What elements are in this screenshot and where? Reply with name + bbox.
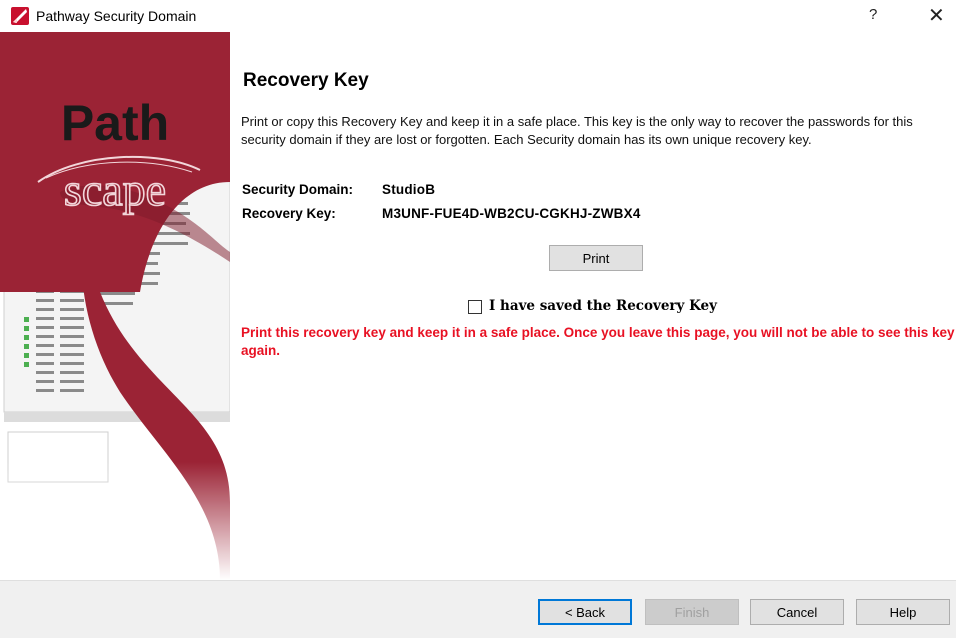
recovery-key-label: Recovery Key: — [242, 206, 336, 221]
app-icon — [11, 7, 29, 25]
logo-path-text: Path — [61, 95, 169, 151]
banner-artwork: Path scape — [0, 32, 230, 580]
warning-text: Print this recovery key and keep it in a… — [241, 325, 955, 358]
finish-button[interactable]: Finish — [645, 599, 739, 625]
security-domain-value: StudioB — [382, 182, 436, 197]
help-icon[interactable]: ? — [869, 6, 877, 23]
title-bar: Pathway Security Domain ? ✕ — [0, 0, 956, 32]
security-domain-label: Security Domain: — [242, 182, 354, 197]
recovery-key-value: M3UNF-FUE4D-WB2CU-CGKHJ-ZWBX4 — [382, 206, 641, 221]
logo-scape-text: scape — [64, 164, 166, 215]
saved-key-checkbox[interactable] — [468, 300, 482, 314]
print-button[interactable]: Print — [549, 245, 643, 271]
cancel-button[interactable]: Cancel — [750, 599, 844, 625]
page-title: Recovery Key — [243, 70, 369, 91]
wizard-footer: < Back Finish Cancel Help — [0, 580, 956, 638]
back-button[interactable]: < Back — [538, 599, 632, 625]
wizard-content: Recovery Key Print or copy this Recovery… — [240, 32, 956, 580]
window-title: Pathway Security Domain — [36, 8, 197, 24]
help-button[interactable]: Help — [856, 599, 950, 625]
saved-key-checkbox-label[interactable]: I have saved the Recovery Key — [489, 298, 717, 314]
intro-text: Print or copy this Recovery Key and keep… — [241, 114, 913, 147]
wizard-banner-image: Path scape — [0, 32, 230, 580]
close-icon[interactable]: ✕ — [928, 3, 945, 27]
